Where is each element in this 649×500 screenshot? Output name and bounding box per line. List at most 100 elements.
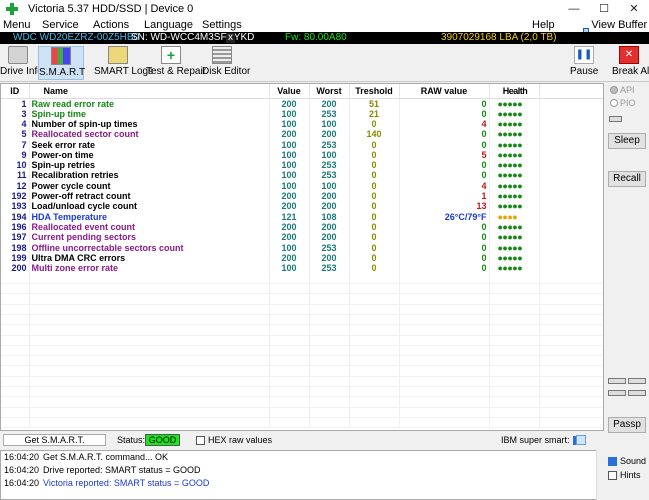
menu-menu[interactable]: Menu (3, 19, 31, 31)
log-message: Get S.M.A.R.T. command... OK (43, 452, 169, 462)
cell-treshold: 0 (349, 242, 400, 253)
cell-id: 1 (1, 98, 30, 109)
hex-raw-checkbox[interactable]: HEX raw values (196, 435, 272, 445)
hex-raw-label: HEX raw values (208, 435, 273, 445)
empty-cell (1, 365, 30, 377)
empty-cell (1, 314, 30, 326)
disk-editor-button[interactable]: Disk Editor (202, 46, 250, 80)
radio-dot (610, 99, 618, 107)
pause-button[interactable]: ❚❚ Pause (570, 46, 598, 80)
smart-tab-button[interactable]: S.M.A.R.T (38, 46, 85, 80)
cell-raw: 0 (399, 221, 490, 233)
cell-health: ●●●●● (489, 262, 540, 274)
col-treshold[interactable]: Treshold (349, 84, 400, 99)
cell-id: 200 (1, 262, 30, 274)
empty-cell (539, 407, 603, 418)
menu-language[interactable]: Language (144, 19, 193, 31)
table-row[interactable]: 7 Seek error rate 100 253 0 0 ●●●●● (1, 139, 603, 150)
recall-button[interactable]: Recall (608, 171, 646, 187)
empty-cell (539, 417, 603, 429)
cell-health: ●●●●● (489, 108, 540, 119)
table-row[interactable]: 196 Reallocated event count 200 200 0 0 ●●●●● (1, 221, 603, 233)
sound-checkbox[interactable]: Sound (608, 456, 649, 466)
pio-radio[interactable]: PIO (610, 98, 636, 108)
cell-pad (539, 129, 603, 140)
drive-info-button[interactable]: Drive Info (0, 46, 43, 80)
empty-row (1, 386, 603, 398)
table-row[interactable]: 197 Current pending sectors 200 200 0 0 ●●●●● (1, 232, 603, 243)
empty-cell (269, 293, 310, 305)
cell-treshold: 0 (349, 201, 400, 212)
empty-cell (29, 386, 270, 398)
col-worst[interactable]: Worst (309, 84, 350, 99)
cell-health: ●●●●● (489, 149, 540, 160)
window-title: Victoria 5.37 HDD/SSD | Device 0 (28, 3, 194, 15)
cell-pad (539, 118, 603, 130)
break-all-button[interactable]: ✕ Break All (612, 46, 649, 80)
table-row[interactable]: 12 Power cycle count 100 100 0 4 ●●●●● (1, 180, 603, 191)
table-row[interactable]: 198 Offline uncorrectable sectors count 10… (1, 242, 603, 253)
cell-raw: 1 (399, 190, 490, 202)
col-name[interactable]: Name (29, 84, 270, 99)
col-raw[interactable]: RAW value (399, 84, 490, 99)
checkbox-checked-icon (608, 456, 617, 466)
table-row[interactable]: 3 Spin-up time 100 253 21 0 ●●●●● (1, 108, 603, 119)
radio-dot (610, 86, 618, 94)
table-row[interactable]: 9 Power-on time 100 100 0 5 ●●●●● (1, 149, 603, 160)
col-value[interactable]: Value (269, 84, 310, 99)
close-button[interactable]: ✕ (619, 0, 649, 18)
table-row[interactable]: 5 Reallocated sector count 200 200 140 0 ●●●●● (1, 129, 603, 140)
smart-logs-button[interactable]: SMART Logs (94, 46, 153, 80)
table-row[interactable]: 194 HDA Temperature 121 108 0 26°C/79°F ●●●● (1, 211, 603, 222)
ibm-super-smart-checkbox[interactable]: IBM super smart: (501, 435, 582, 445)
pio-label: PIO (620, 98, 636, 108)
empty-cell (309, 335, 350, 346)
empty-cell (489, 314, 540, 326)
device-close-icon[interactable]: x (226, 33, 235, 43)
empty-cell (349, 376, 400, 388)
hints-checkbox[interactable]: Hints (608, 470, 649, 480)
table-row[interactable]: 4 Number of spin-up times 100 100 0 4 ●●●●● (1, 118, 603, 130)
device-model[interactable]: WDC WD20EZRZ-00Z5HB0 (13, 32, 139, 44)
minimize-button[interactable]: — (559, 0, 589, 18)
checkbox-icon (608, 470, 617, 480)
cell-value: 100 (269, 242, 310, 253)
table-row[interactable]: 11 Recalibration retries 100 253 0 0 ●●●●● (1, 170, 603, 181)
menu-help[interactable]: Help (532, 19, 555, 31)
empty-cell (309, 293, 350, 305)
disk-editor-icon (212, 46, 232, 64)
empty-cell (399, 283, 490, 295)
cell-health: ●●●● (489, 211, 540, 222)
cell-name: Current pending sectors (29, 232, 270, 243)
cell-raw: 0 (399, 139, 490, 150)
table-row[interactable]: 1 Raw read error rate 200 200 51 0 ●●●●● (1, 98, 603, 109)
cell-name: Power-on time (29, 149, 270, 160)
col-health[interactable]: Health (489, 84, 540, 99)
cell-health: ●●●●● (489, 180, 540, 191)
menu-settings[interactable]: Settings (202, 19, 242, 31)
empty-cell (489, 324, 540, 336)
cell-name: Recalibration retries (29, 170, 270, 181)
table-row[interactable]: 193 Load/unload cycle count 200 200 0 13 ●●●●● (1, 201, 603, 212)
passp-button[interactable]: Passp (608, 417, 646, 433)
empty-cell (29, 376, 270, 388)
api-radio[interactable]: API (610, 85, 635, 95)
table-row[interactable]: 199 Ultra DMA CRC errors 200 200 0 0 ●●●●● (1, 252, 603, 263)
col-id[interactable]: ID (1, 84, 30, 99)
menu-actions[interactable]: Actions (93, 19, 129, 31)
test-repair-button[interactable]: + Test & Repair (146, 46, 206, 80)
get-smart-button[interactable]: Get S.M.A.R.T. (3, 434, 106, 446)
empty-cell (399, 386, 490, 398)
ibm-options-button[interactable] (576, 435, 586, 445)
log-line: 16:04:20 Get S.M.A.R.T. command... OK (1, 451, 603, 464)
table-row[interactable]: 192 Power-off retract count 200 200 0 1 ●●●●● (1, 190, 603, 202)
table-row[interactable]: 200 Multi zone error rate 100 253 0 0 ●●●●● (1, 262, 603, 274)
log-scrollbar[interactable] (596, 450, 604, 500)
empty-cell (269, 386, 310, 398)
empty-cell (29, 345, 270, 357)
table-row[interactable]: 10 Spin-up retries 100 253 0 0 ●●●●● (1, 159, 603, 171)
cell-value: 100 (269, 149, 310, 160)
maximize-button[interactable]: ☐ (589, 0, 619, 18)
menu-service[interactable]: Service (42, 19, 79, 31)
sleep-button[interactable]: Sleep (608, 133, 646, 149)
